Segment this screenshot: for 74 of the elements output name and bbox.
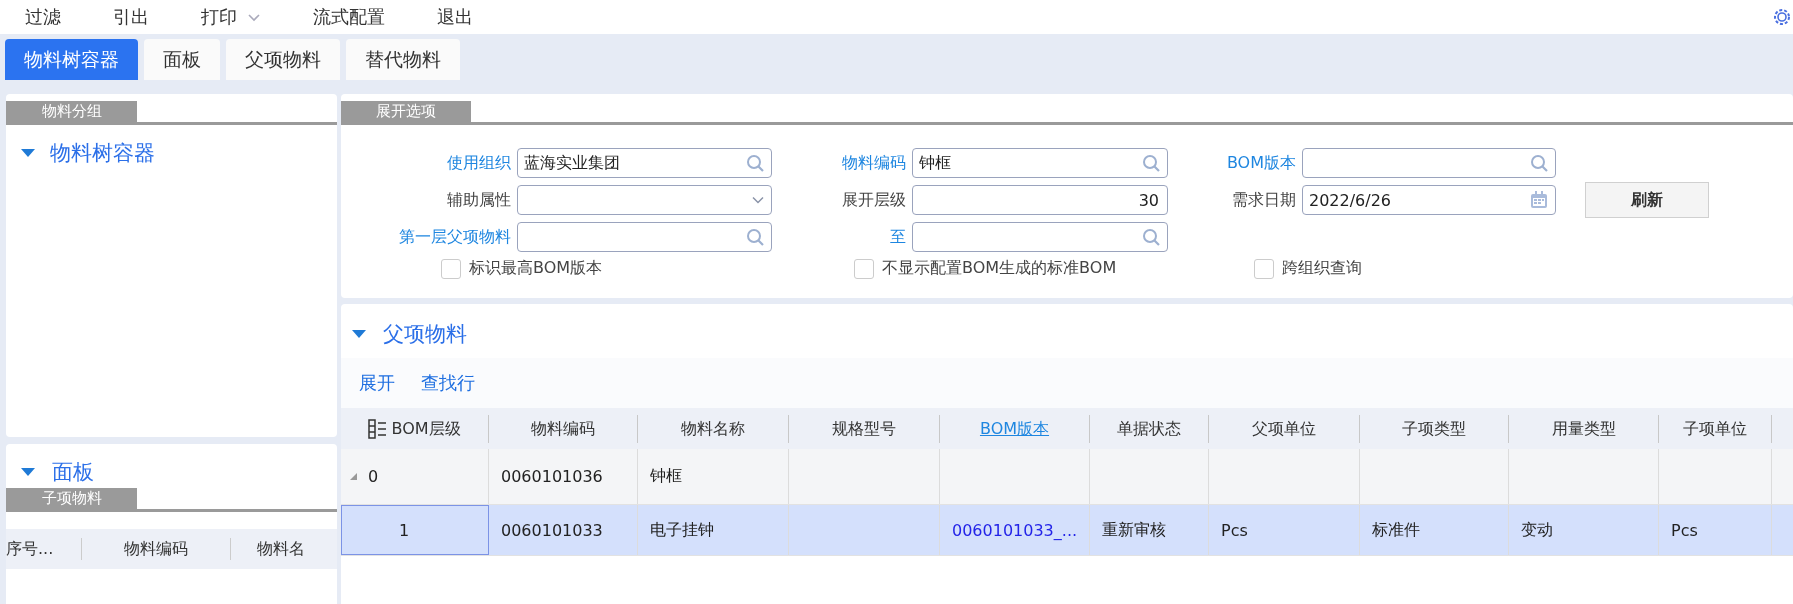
table-cell: 变动 [1521,519,1553,541]
input-field[interactable]: 蓝海实业集团 [517,148,772,178]
table-cell: 0060101033 [501,520,603,540]
field-label[interactable]: BOM版本 [1168,152,1302,174]
tab[interactable]: 父项物料 [226,39,340,80]
menu-item[interactable]: 退出 [437,5,473,29]
field-label: 需求日期 [1231,189,1297,211]
chevron-down-icon [247,12,261,22]
column-header[interactable]: 序号... [6,538,82,560]
table-row[interactable]: 1 0060101033 电子挂钟 0060101033_... 重新审核 Pcs 标准件 变动 Pcs [341,505,1793,556]
tree-toggle-icon[interactable] [349,472,358,481]
toolbar-button[interactable]: 查找行 [421,371,475,395]
column-header[interactable]: 物料编码 [82,538,231,560]
tree-item[interactable]: 物料树容器 [50,139,155,167]
column-header[interactable]: 物料名称 [638,414,789,443]
table-cell: 1 [399,520,410,540]
search-icon[interactable] [1142,228,1160,246]
table-cell: 标准件 [1372,519,1420,541]
field-label: 辅助属性 [446,189,512,211]
input-field[interactable] [1302,148,1556,178]
toolbar-button[interactable]: 展开 [359,371,395,395]
checkbox[interactable] [441,258,461,279]
column-header[interactable]: 子项单位 [1659,414,1772,443]
field-label[interactable]: 第一层父项物料 [341,226,517,248]
chevron-down-icon[interactable] [752,195,764,205]
column-header[interactable]: BOM层级 [341,414,489,443]
settings-icon[interactable] [1771,6,1793,28]
field-label[interactable]: 使用组织 [341,152,517,174]
table-cell: 钟框 [650,466,682,487]
table-cell: Pcs [1221,520,1248,540]
column-header[interactable]: 子项类型 [1360,414,1509,443]
menu-item[interactable]: 引出 [113,5,149,29]
checkbox-label[interactable]: 跨组织查询 [1282,258,1362,279]
tab[interactable]: 面板 [144,39,220,80]
column-header[interactable]: 物料名 [231,538,331,560]
input-field[interactable]: 30 [912,185,1168,215]
table-cell: 0060101036 [501,467,603,486]
table-cell: Pcs [1671,520,1698,540]
table-cell: 电子挂钟 [650,519,714,541]
column-header[interactable]: 规格型号 [789,414,940,443]
calendar-icon[interactable] [1530,191,1548,209]
refresh-button[interactable]: 刷新 [1585,182,1709,218]
table-cell: 0060101033_... [952,520,1078,540]
checkbox-label[interactable]: 不显示配置BOM生成的标准BOM [882,258,1117,279]
column-header[interactable]: 物料编码 [489,414,638,443]
section-title: 父项物料 [383,320,467,348]
search-icon[interactable] [1142,154,1160,172]
field-label: 展开层级 [841,189,907,211]
column-header[interactable]: 父项单位 [1209,414,1360,443]
column-header[interactable]: 单据状态 [1090,414,1209,443]
input-field[interactable]: 2022/6/26 [1302,185,1556,215]
input-field[interactable] [912,222,1168,252]
field-label[interactable]: 至 [772,226,912,248]
table-row[interactable]: 0 0060101036 钟框 [341,449,1793,505]
search-icon[interactable] [746,154,764,172]
search-icon[interactable] [1530,154,1548,172]
list-icon[interactable] [368,418,388,439]
menu-item[interactable]: 流式配置 [313,5,385,29]
dropdown-field[interactable] [517,185,772,215]
input-field[interactable]: 钟框 [912,148,1168,178]
table-cell: 重新审核 [1102,519,1166,541]
section-title: 面板 [52,459,94,486]
checkbox[interactable] [1254,258,1274,279]
checkbox-label[interactable]: 标识最高BOM版本 [469,258,603,279]
table-cell: 0 [368,467,379,486]
tab[interactable]: 物料树容器 [5,39,138,80]
column-header[interactable]: 用量类型 [1509,414,1659,443]
menu-item[interactable]: 过滤 [25,5,61,29]
checkbox[interactable] [854,258,874,279]
tab[interactable]: 替代物料 [346,39,460,80]
search-icon[interactable] [746,228,764,246]
menu-item[interactable]: 打印 [201,5,261,29]
field-label[interactable]: 物料编码 [772,152,912,174]
input-field[interactable] [517,222,772,252]
